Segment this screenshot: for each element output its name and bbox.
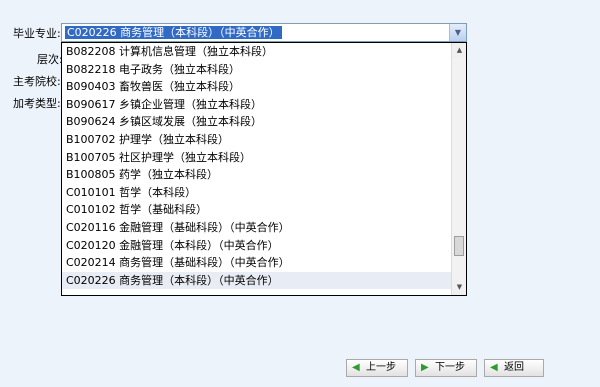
dropdown-option[interactable]: C020116 金融管理（基础科段）（中英合作） (62, 219, 451, 237)
prev-step-button[interactable]: ◀ 上一步 (346, 359, 408, 377)
major-dropdown-list[interactable]: B082208 计算机信息管理（独立本科段） B082218 电子政务（独立本科… (61, 42, 467, 296)
next-step-label: 下一步 (435, 362, 465, 373)
scroll-down-icon[interactable]: ▼ (452, 280, 466, 295)
forward-arrow-icon: ▶ (421, 362, 429, 373)
major-label: 毕业专业: (13, 27, 61, 40)
chevron-down-icon[interactable]: ▼ (449, 24, 466, 41)
dropdown-option[interactable]: B100705 社区护理学（独立本科段） (62, 149, 451, 167)
dropdown-option[interactable]: B100805 药学（独立本科段） (62, 166, 451, 184)
school-label: 主考院校: (13, 75, 61, 88)
dropdown-option[interactable]: C020120 金融管理（本科段）（中英合作） (62, 237, 451, 255)
level-label: 层次: (37, 53, 63, 66)
dropdown-option[interactable]: B082208 计算机信息管理（独立本科段） (62, 43, 451, 61)
prev-step-label: 上一步 (366, 362, 396, 373)
dropdown-option[interactable]: B090403 畜牧兽医（独立本科段） (62, 78, 451, 96)
return-arrow-icon: ◀ (490, 362, 498, 373)
dropdown-option[interactable]: C010101 哲学（本科段） (62, 184, 451, 202)
back-arrow-icon: ◀ (352, 362, 360, 373)
dropdown-scrollbar[interactable]: ▲ ▼ (451, 43, 466, 295)
major-select-value: C020226 商务管理（本科段）（中英合作） (65, 26, 282, 39)
exam-type-label: 加考类型: (13, 97, 61, 110)
return-label: 返回 (504, 362, 524, 373)
dropdown-option[interactable]: B100702 护理学（独立本科段） (62, 131, 451, 149)
scrollbar-thumb[interactable] (454, 236, 464, 256)
dropdown-option-selected[interactable]: C020226 商务管理（本科段）（中英合作） (62, 271, 451, 290)
dropdown-option[interactable]: B090617 乡镇企业管理（独立本科段） (62, 96, 451, 114)
next-step-button[interactable]: ▶ 下一步 (415, 359, 477, 377)
major-select[interactable]: C020226 商务管理（本科段）（中英合作） ▼ (61, 23, 467, 42)
dropdown-option[interactable]: B090624 乡镇区域发展（独立本科段） (62, 113, 451, 131)
return-button[interactable]: ◀ 返回 (484, 359, 544, 377)
dropdown-option[interactable]: B082218 电子政务（独立本科段） (62, 61, 451, 79)
scroll-up-icon[interactable]: ▲ (452, 43, 466, 58)
dropdown-option[interactable]: C010102 哲学（基础科段） (62, 201, 451, 219)
dropdown-option[interactable]: C020214 商务管理（基础科段）（中英合作） (62, 254, 451, 272)
